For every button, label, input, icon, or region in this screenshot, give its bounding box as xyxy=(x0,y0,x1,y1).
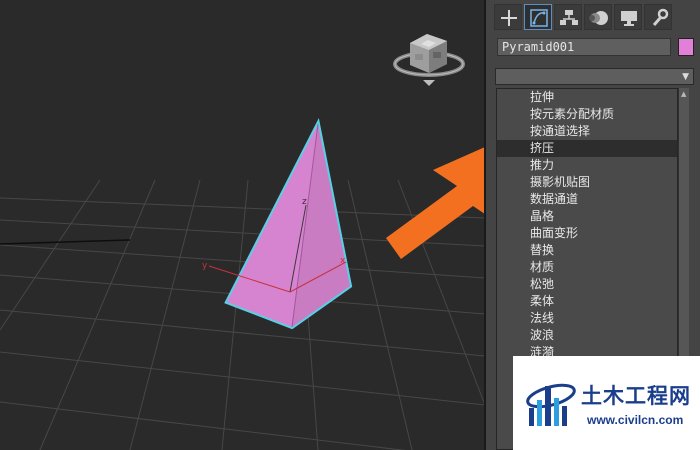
hierarchy-icon xyxy=(560,10,578,25)
modifier-list-item[interactable]: 拉伸 xyxy=(497,89,677,106)
modifier-list-item[interactable]: 晶格 xyxy=(497,208,677,225)
modifier-list-item[interactable]: 松弛 xyxy=(497,276,677,293)
gizmo-z-label: z xyxy=(302,197,307,207)
modifier-list-item[interactable]: 推力 xyxy=(497,157,677,174)
watermark-title: 土木工程网 xyxy=(581,384,691,408)
modifier-list-item[interactable]: 柔体 xyxy=(497,293,677,310)
modifier-list-item[interactable]: 按元素分配材质 xyxy=(497,106,677,123)
watermark-url: www.civilcn.com xyxy=(587,413,684,427)
hierarchy-tab[interactable] xyxy=(554,4,582,30)
modifier-list-item[interactable]: 挤压 xyxy=(497,140,677,157)
modifier-list-item[interactable]: 按通道选择 xyxy=(497,123,677,140)
gizmo-y-label: y xyxy=(202,261,208,271)
modifier-list-item[interactable]: 材质 xyxy=(497,259,677,276)
modify-icon xyxy=(530,9,548,27)
motion-icon xyxy=(589,11,608,25)
modifier-list-item[interactable]: 波浪 xyxy=(497,327,677,344)
gizmo-x-label: x xyxy=(340,256,346,266)
modifier-list-item[interactable]: 替换 xyxy=(497,242,677,259)
modifier-list-item[interactable]: 摄影机贴图 xyxy=(497,174,677,191)
site-logo-icon xyxy=(526,383,576,426)
chevron-down-icon[interactable]: ▼ xyxy=(682,69,689,85)
utilities-tab[interactable] xyxy=(644,4,672,30)
pyramid-object[interactable]: y z x xyxy=(202,117,353,330)
motion-tab[interactable] xyxy=(584,4,612,30)
modifier-list-dropdown[interactable]: ▼ xyxy=(495,68,694,85)
object-name-field[interactable]: Pyramid001 xyxy=(497,38,671,56)
plus-icon xyxy=(501,10,517,26)
display-tab[interactable] xyxy=(614,4,642,30)
perspective-viewport[interactable]: y z x xyxy=(0,0,485,450)
scroll-up-icon[interactable]: ▲ xyxy=(681,90,686,98)
create-tab[interactable] xyxy=(494,4,522,30)
modifier-list-item[interactable]: 法线 xyxy=(497,310,677,327)
modifier-list-item[interactable]: 曲面变形 xyxy=(497,225,677,242)
object-color-swatch[interactable] xyxy=(678,38,694,56)
modify-tab[interactable] xyxy=(524,4,552,30)
watermark: 土木工程网 www.civilcn.com xyxy=(513,356,700,450)
monitor-icon xyxy=(621,11,637,26)
pointer-arrow-icon xyxy=(386,146,485,259)
viewport-scene: y z x xyxy=(0,34,485,450)
wrench-icon xyxy=(652,8,669,26)
viewcube-icon[interactable] xyxy=(393,34,465,86)
modifier-list-item[interactable]: 数据通道 xyxy=(497,191,677,208)
grid-axis-line xyxy=(0,239,131,245)
